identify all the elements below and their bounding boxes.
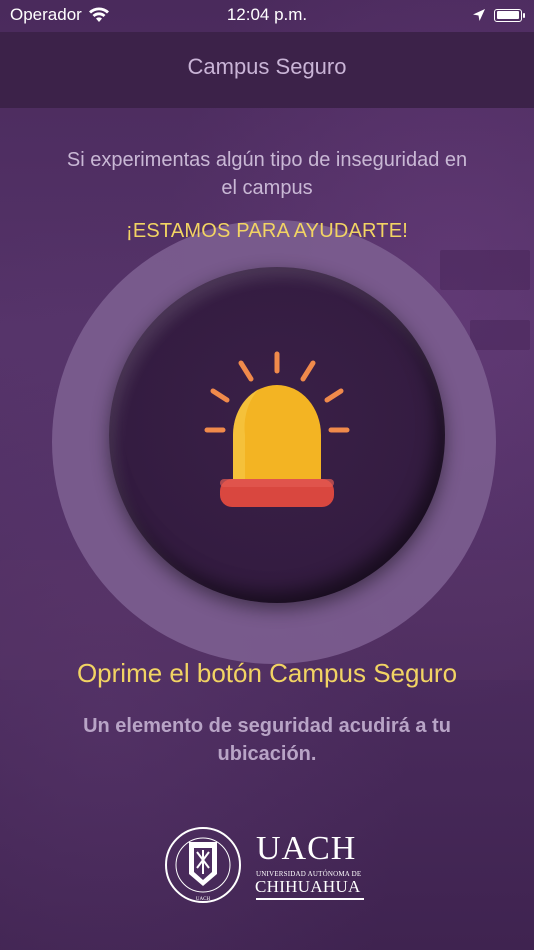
nav-bar: Campus Seguro [0, 32, 534, 108]
cta-text: Oprime el botón Campus Seguro [76, 658, 458, 688]
logo-divider [256, 898, 364, 900]
siren-icon [204, 351, 350, 507]
logo-name: UACH [256, 830, 357, 867]
page-title: Campus Seguro [187, 54, 347, 79]
app-screen: Operador 12:04 p.m. Campus Seguro Si exp… [0, 0, 534, 950]
intro-text: Si experimentas algún tipo de insegurida… [66, 149, 468, 199]
campus-seguro-panic-button[interactable] [109, 267, 445, 603]
uach-seal-icon: UACH [165, 827, 241, 903]
info-text: Un elemento de seguridad acudirá a tu ub… [83, 715, 451, 765]
seal-text: UACH [196, 897, 211, 902]
status-time: 12:04 p.m. [226, 5, 308, 24]
status-bar: Operador 12:04 p.m. [0, 0, 534, 32]
help-message: ¡ESTAMOS PARA AYUDARTE! [125, 220, 409, 242]
battery-level [496, 11, 519, 19]
status-indicators [472, 8, 525, 22]
uach-logo: UACH UACH UNIVERSIDAD AUTÓNOMA DE CHIHUA… [164, 826, 374, 904]
location-arrow-icon [473, 9, 485, 21]
battery-icon [494, 8, 525, 22]
background-decoration [470, 320, 530, 350]
logo-city: CHIHUAHUA [255, 877, 361, 896]
background-decoration [440, 250, 530, 290]
